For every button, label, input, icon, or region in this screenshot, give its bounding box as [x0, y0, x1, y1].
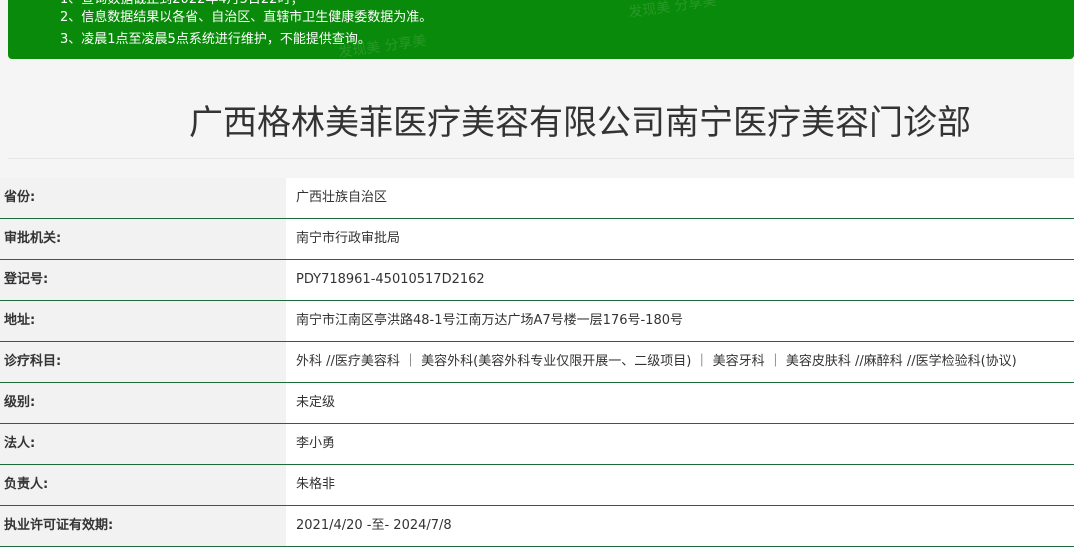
- info-label: 审批机关:: [0, 219, 286, 259]
- info-row-legal-person: 法人: 李小勇: [0, 424, 1074, 465]
- info-row-address: 地址: 南宁市江南区亭洪路48-1号江南万达广场A7号楼一层176号-180号: [0, 301, 1074, 342]
- info-label: 执业许可证有效期:: [0, 506, 286, 546]
- info-row-province: 省份: 广西壮族自治区: [0, 178, 1074, 219]
- page-title: 广西格林美菲医疗美容有限公司南宁医疗美容门诊部: [189, 103, 971, 143]
- info-value: 李小勇: [286, 424, 1074, 464]
- info-row-authority: 审批机关: 南宁市行政审批局: [0, 219, 1074, 260]
- notice-banner: 1、查询数据截止到2022年4月5日22时； 2、信息数据结果以各省、自治区、直…: [8, 0, 1074, 59]
- info-value: 南宁市行政审批局: [286, 219, 1074, 259]
- info-row-license-validity: 执业许可证有效期: 2021/4/20 -至- 2024/7/8: [0, 506, 1074, 547]
- watermark-text: 发现美 分享美: [627, 0, 718, 22]
- notice-line-2: 2、信息数据结果以各省、自治区、直辖市卫生健康委数据为准。: [60, 10, 433, 25]
- info-value: 南宁市江南区亭洪路48-1号江南万达广场A7号楼一层176号-180号: [286, 301, 1074, 341]
- info-label: 负责人:: [0, 465, 286, 505]
- title-divider: [8, 158, 1074, 159]
- info-label: 级别:: [0, 383, 286, 423]
- info-table: 省份: 广西壮族自治区 审批机关: 南宁市行政审批局 登记号: PDY71896…: [0, 178, 1074, 547]
- info-value: 朱格非: [286, 465, 1074, 505]
- info-row-level: 级别: 未定级: [0, 383, 1074, 424]
- info-value: 外科 //医疗美容科 ｜ 美容外科(美容外科专业仅限开展一、二级项目) ｜ 美容…: [286, 342, 1074, 382]
- info-label: 法人:: [0, 424, 286, 464]
- info-row-person-in-charge: 负责人: 朱格非: [0, 465, 1074, 506]
- info-value: 广西壮族自治区: [286, 178, 1074, 218]
- info-value: PDY718961-45010517D2162: [286, 260, 1074, 300]
- info-row-departments: 诊疗科目: 外科 //医疗美容科 ｜ 美容外科(美容外科专业仅限开展一、二级项目…: [0, 342, 1074, 383]
- info-label: 省份:: [0, 178, 286, 218]
- info-label: 登记号:: [0, 260, 286, 300]
- info-value: 未定级: [286, 383, 1074, 423]
- notice-line-1: 1、查询数据截止到2022年4月5日22时；: [60, 0, 303, 9]
- info-label: 地址:: [0, 301, 286, 341]
- notice-line-3: 3、凌晨1点至凌晨5点系统进行维护，不能提供查询。: [60, 32, 371, 47]
- info-row-registration: 登记号: PDY718961-45010517D2162: [0, 260, 1074, 301]
- info-label: 诊疗科目:: [0, 342, 286, 382]
- info-value: 2021/4/20 -至- 2024/7/8: [286, 506, 1074, 546]
